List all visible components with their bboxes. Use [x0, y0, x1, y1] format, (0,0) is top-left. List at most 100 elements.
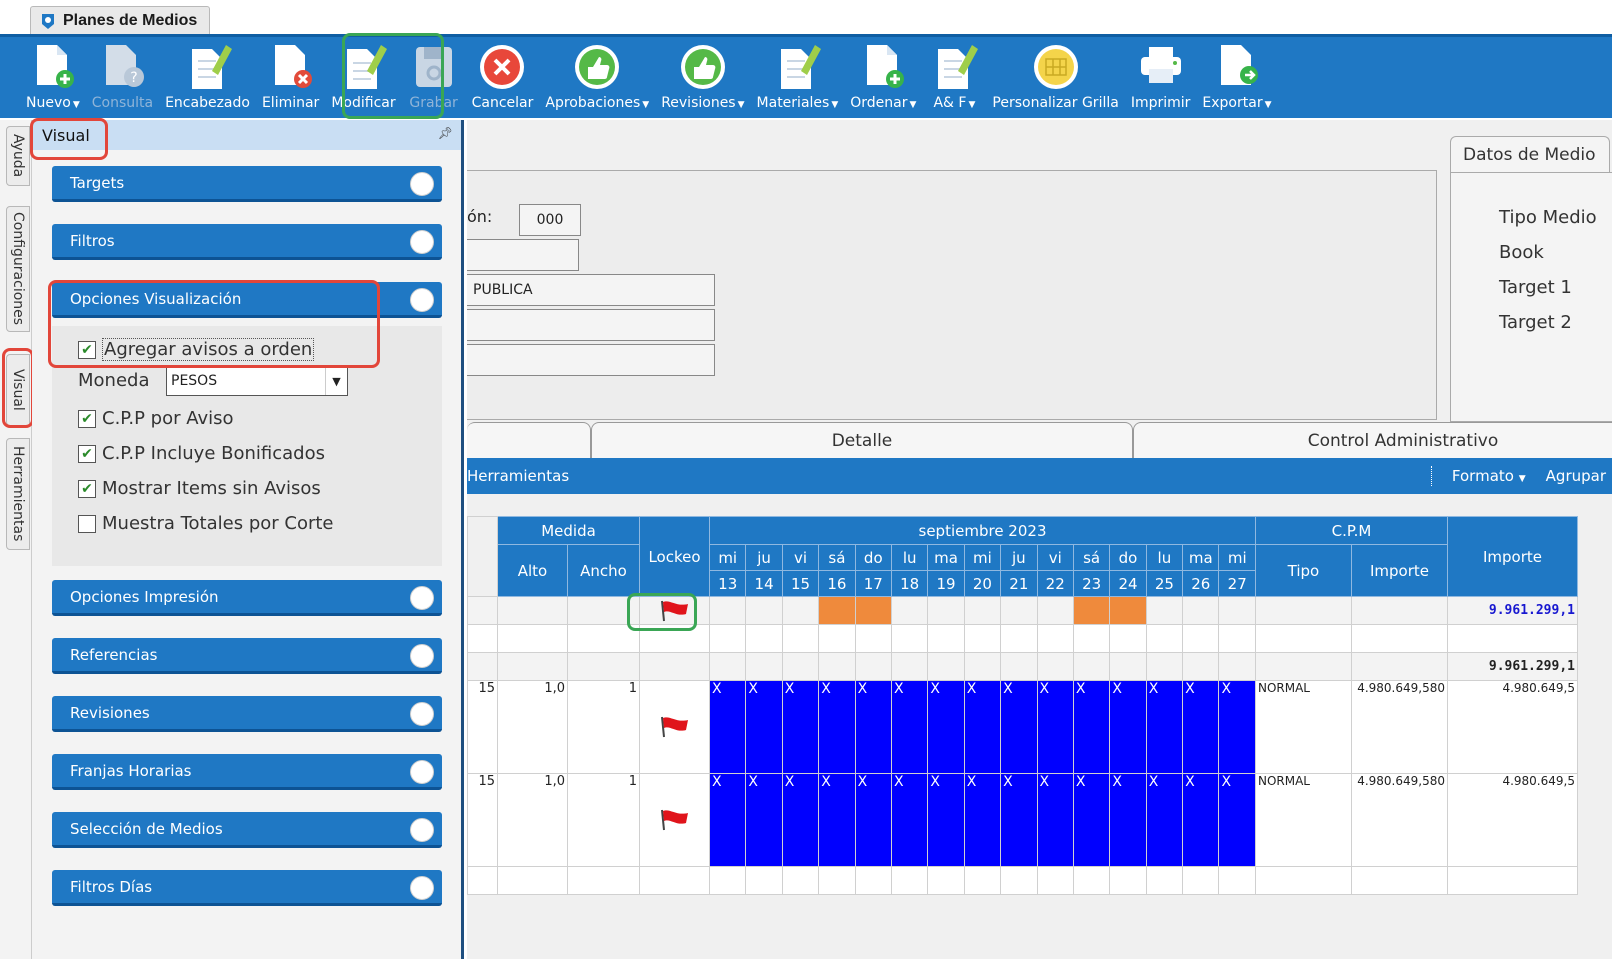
herramientas-menu[interactable]: Herramientas	[467, 467, 569, 485]
scheduled-day-cell[interactable]: X	[963, 773, 1002, 867]
option-mostrar-items[interactable]: ✔ Mostrar Items sin Avisos	[78, 478, 321, 499]
day-cell[interactable]	[1109, 596, 1147, 625]
scheduled-day-cell[interactable]: X	[781, 773, 820, 867]
vtab-configuraciones[interactable]: Configuraciones	[6, 206, 30, 332]
section-targets[interactable]: Targets	[52, 166, 442, 202]
expand-circle-icon[interactable]	[410, 702, 434, 726]
expand-circle-icon[interactable]	[410, 876, 434, 900]
scheduled-day-cell[interactable]: X	[1000, 680, 1038, 774]
day-cell[interactable]	[709, 596, 747, 625]
option-cpp-aviso[interactable]: ✔ C.P.P por Aviso	[78, 408, 234, 429]
red-flag-icon[interactable]	[658, 808, 692, 832]
day-cell[interactable]	[1182, 596, 1220, 625]
section-referencias[interactable]: Referencias	[52, 638, 442, 674]
pin-icon[interactable]: 📌︎	[438, 126, 453, 140]
vtab-ayuda[interactable]: Ayuda	[6, 126, 30, 186]
chevron-down-icon[interactable]: ▼	[325, 367, 347, 395]
expand-circle-icon[interactable]	[410, 644, 434, 668]
toolbar-aprobaciones-button[interactable]: Aprobaciones ▼	[539, 37, 655, 117]
moneda-select[interactable]: PESOS ▼	[166, 366, 348, 396]
expand-circle-icon[interactable]	[410, 288, 434, 312]
option-cpp-bonificados[interactable]: ✔ C.P.P Incluye Bonificados	[78, 443, 325, 464]
scheduled-day-cell[interactable]: X	[818, 773, 856, 867]
toolbar-cancelar-button[interactable]: Cancelar	[466, 37, 540, 117]
checkbox-muestra-totales[interactable]	[78, 514, 96, 533]
table-row[interactable]: 15 1,0 1 X X X X X X X X X X X X X X X NORMAL 4.980.649,580…	[467, 773, 1578, 867]
scheduled-day-cell[interactable]: X	[1109, 773, 1147, 867]
day-cell[interactable]	[1036, 596, 1074, 625]
scheduled-day-cell[interactable]: X	[854, 680, 892, 774]
option-muestra-totales[interactable]: Muestra Totales por Corte	[78, 513, 334, 534]
agrupar-menu[interactable]: Agrupar	[1546, 467, 1606, 485]
day-cell[interactable]	[963, 596, 1002, 625]
scheduled-day-cell[interactable]: X	[745, 773, 783, 867]
tab-first[interactable]	[467, 422, 591, 458]
toolbar-exportar-button[interactable]: Exportar ▼	[1196, 37, 1277, 117]
day-cell[interactable]	[854, 596, 892, 625]
window-tab[interactable]: Planes de Medios	[30, 6, 210, 34]
table-row[interactable]	[467, 866, 1578, 895]
scheduled-day-cell[interactable]: X	[1218, 680, 1256, 774]
scheduled-day-cell[interactable]: X	[1036, 773, 1074, 867]
checkbox-mostrar-items[interactable]: ✔	[78, 479, 96, 498]
tab-detalle[interactable]: Detalle	[591, 422, 1133, 458]
section-filtros[interactable]: Filtros	[52, 224, 442, 260]
day-cell[interactable]	[1145, 596, 1184, 625]
day-cell[interactable]	[1000, 596, 1038, 625]
expand-circle-icon[interactable]	[410, 760, 434, 784]
table-row[interactable]: 15 1,0 1 X X X X X X X X X X X X X X X NORMAL 4.980.649,580…	[467, 680, 1578, 774]
scheduled-day-cell[interactable]: X	[1218, 773, 1256, 867]
code-field[interactable]: 000	[519, 204, 581, 236]
scheduled-day-cell[interactable]: X	[927, 773, 965, 867]
expand-circle-icon[interactable]	[410, 586, 434, 610]
red-flag-icon[interactable]	[658, 715, 692, 739]
toolbar-ordenar-button[interactable]: Ordenar ▼	[844, 37, 922, 117]
expand-circle-icon[interactable]	[410, 172, 434, 196]
expand-circle-icon[interactable]	[410, 818, 434, 842]
toolbar-revisiones-button[interactable]: Revisiones ▼	[655, 37, 750, 117]
toolbar-materiales-button[interactable]: Materiales ▼	[751, 37, 845, 117]
formato-menu[interactable]: Formato ▼	[1452, 467, 1526, 485]
scheduled-day-cell[interactable]: X	[890, 680, 929, 774]
toolbar-nuevo-button[interactable]: Nuevo ▼	[20, 37, 86, 117]
scheduled-day-cell[interactable]: X	[890, 773, 929, 867]
section-revisiones[interactable]: Revisiones	[52, 696, 442, 732]
scheduled-day-cell[interactable]: X	[1072, 680, 1111, 774]
field-2[interactable]	[467, 239, 579, 271]
section-opciones-impresion[interactable]: Opciones Impresión	[52, 580, 442, 616]
tab-control-administrativo[interactable]: Control Administrativo	[1133, 422, 1612, 458]
vtab-herramientas[interactable]: Herramientas	[6, 438, 30, 550]
section-filtros-dias[interactable]: Filtros Días	[52, 870, 442, 906]
section-seleccion-medios[interactable]: Selección de Medios	[52, 812, 442, 848]
section-franjas-horarias[interactable]: Franjas Horarias	[52, 754, 442, 790]
field-4[interactable]	[467, 309, 715, 341]
toolbar-eliminar-button[interactable]: Eliminar	[256, 37, 325, 117]
scheduled-day-cell[interactable]: X	[1000, 773, 1038, 867]
scheduled-day-cell[interactable]: X	[927, 680, 965, 774]
day-cell[interactable]	[1218, 596, 1256, 625]
scheduled-day-cell[interactable]: X	[745, 680, 783, 774]
day-cell[interactable]	[927, 596, 965, 625]
day-cell[interactable]	[818, 596, 856, 625]
day-cell[interactable]	[781, 596, 820, 625]
checkbox-cpp-aviso[interactable]: ✔	[78, 409, 96, 428]
toolbar-personalizar-grilla-button[interactable]: Personalizar Grilla	[986, 37, 1124, 117]
toolbar-imprimir-button[interactable]: Imprimir	[1125, 37, 1197, 117]
scheduled-day-cell[interactable]: X	[1182, 773, 1220, 867]
day-cell[interactable]	[890, 596, 929, 625]
day-cell[interactable]	[745, 596, 783, 625]
day-cell[interactable]	[1072, 596, 1111, 625]
scheduled-day-cell[interactable]: X	[1145, 773, 1184, 867]
publica-field[interactable]: PUBLICA	[467, 274, 715, 306]
scheduled-day-cell[interactable]: X	[781, 680, 820, 774]
scheduled-day-cell[interactable]: X	[1036, 680, 1074, 774]
scheduled-day-cell[interactable]: X	[1145, 680, 1184, 774]
table-row-subtotal[interactable]: 9.961.299,1	[467, 652, 1578, 681]
scheduled-day-cell[interactable]: X	[1109, 680, 1147, 774]
scheduled-day-cell[interactable]: X	[1182, 680, 1220, 774]
checkbox-cpp-bonificados[interactable]: ✔	[78, 444, 96, 463]
toolbar-a-f-button[interactable]: A& F ▼	[922, 37, 986, 117]
scheduled-day-cell[interactable]: X	[963, 680, 1002, 774]
scheduled-day-cell[interactable]: X	[818, 680, 856, 774]
toolbar-encabezado-button[interactable]: Encabezado	[159, 37, 256, 117]
